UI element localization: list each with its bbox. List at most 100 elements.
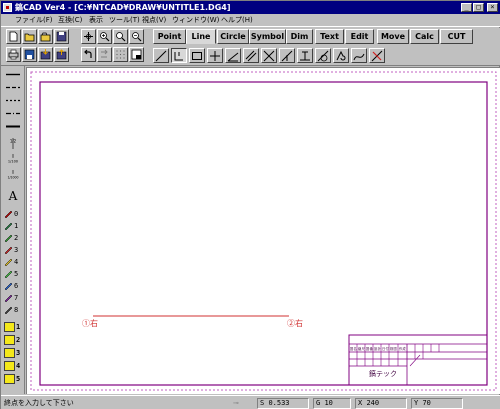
line-style-dotted-icon[interactable] xyxy=(4,94,22,106)
parallel-line-icon[interactable] xyxy=(243,48,259,63)
pen-1[interactable]: 1 xyxy=(4,220,22,231)
loop-line-icon[interactable] xyxy=(333,48,349,63)
line-style-dashed-icon[interactable] xyxy=(4,81,22,93)
layer-number: 3 xyxy=(16,349,21,357)
zoom-window-icon[interactable] xyxy=(113,29,128,44)
tab-symbol[interactable]: Symbol xyxy=(249,29,286,44)
maximize-button[interactable]: □ xyxy=(473,3,484,12)
scale-readout-value: 0.533 xyxy=(268,399,290,407)
line-style-bold-icon[interactable] xyxy=(4,120,22,132)
tab-circle[interactable]: Circle xyxy=(217,29,249,44)
zoom-out-icon[interactable] xyxy=(129,29,144,44)
menu-view[interactable]: 表示 xyxy=(89,15,103,26)
layer-icon xyxy=(4,374,15,384)
pen-0[interactable]: 0 xyxy=(4,208,22,219)
save-icon[interactable] xyxy=(54,29,69,44)
pen-7[interactable]: 7 xyxy=(4,292,22,303)
menu-file[interactable]: ファイル(F) xyxy=(15,15,53,26)
layer-number: 1 xyxy=(16,323,21,331)
tab-cut[interactable]: CUT xyxy=(440,29,473,44)
pen-icon xyxy=(4,270,13,278)
line-segment-icon[interactable] xyxy=(153,48,169,63)
cross-line-icon[interactable] xyxy=(207,48,223,63)
layer-5[interactable]: 5 xyxy=(4,373,22,385)
tab-edit[interactable]: Edit xyxy=(345,29,374,44)
orthogonal-line-icon[interactable] xyxy=(171,48,187,63)
layer-2[interactable]: 2 xyxy=(4,334,22,346)
window-title: 鎬CAD Ver4 - [C:¥NTCAD¥DRAW¥UNTITLE1.DG4] xyxy=(15,3,231,12)
scale-half-icon[interactable]: 1/2 xyxy=(4,136,22,150)
save-disk-icon[interactable] xyxy=(22,47,37,62)
import-icon[interactable] xyxy=(38,47,53,62)
tab-point[interactable]: Point xyxy=(153,29,186,44)
line-style-dashdot-icon[interactable] xyxy=(4,107,22,119)
scale-1000-icon[interactable]: 1/1000 xyxy=(4,168,22,182)
drawing-canvas[interactable]: ①右 ②右 図 名 縮 尺 図 番 設 計 日 付 検 図 作 成 鎬テック xyxy=(26,67,500,394)
title-cell-1: 名 xyxy=(354,346,357,351)
bisector-line-icon[interactable] xyxy=(261,48,277,63)
text-tool-button[interactable]: A xyxy=(4,188,22,204)
pen-number: 6 xyxy=(14,281,19,290)
pen-4[interactable]: 4 xyxy=(4,256,22,267)
line-style-solid-icon[interactable] xyxy=(4,68,22,80)
layer-number: 2 xyxy=(16,336,21,344)
scale-readout-label: S xyxy=(260,399,265,407)
grid-readout: G 10 xyxy=(313,398,351,409)
grid-icon[interactable] xyxy=(113,47,128,62)
title-cell-11: 図 xyxy=(394,347,397,351)
undo-icon[interactable] xyxy=(81,47,96,62)
rectangle-icon[interactable] xyxy=(189,48,205,63)
pen-2[interactable]: 2 xyxy=(4,232,22,243)
frame-icon[interactable] xyxy=(129,47,144,62)
menu-bar: ファイル(F) 互換(C) 表示 ツール(T) 視点(V) ウィンドウ(W) ヘ… xyxy=(1,14,500,27)
minimize-button[interactable]: _ xyxy=(461,3,472,12)
tangent-line-icon[interactable] xyxy=(279,48,295,63)
app-window: 鎬CAD Ver4 - [C:¥NTCAD¥DRAW¥UNTITLE1.DG4]… xyxy=(0,0,500,409)
arc-tangent-icon[interactable] xyxy=(315,48,331,63)
tab-move[interactable]: Move xyxy=(377,29,409,44)
menu-tools[interactable]: ツール(T) xyxy=(109,15,140,26)
tab-calc[interactable]: Calc xyxy=(410,29,439,44)
redo-icon[interactable] xyxy=(97,47,112,62)
menu-compat[interactable]: 互換(C) xyxy=(58,15,82,26)
layer-icon xyxy=(4,361,15,371)
pen-6[interactable]: 6 xyxy=(4,280,22,291)
snap-indicator-icon: ⊸ xyxy=(233,399,239,407)
break-line-icon[interactable] xyxy=(369,48,385,63)
x-coordinate: X 240 xyxy=(355,398,407,409)
menu-window[interactable]: ウィンドウ(W) xyxy=(172,15,219,26)
left-tool-panel: 1/2 1/100 1/1000 A 0 1 2 3 4 5 6 7 8 1 2… xyxy=(1,66,25,394)
curve-line-icon[interactable] xyxy=(351,48,367,63)
layer-icon xyxy=(4,335,15,345)
open-icon[interactable] xyxy=(22,29,37,44)
app-icon[interactable] xyxy=(3,3,12,12)
tab-dim[interactable]: Dim xyxy=(286,29,313,44)
perpendicular-line-icon[interactable] xyxy=(297,48,313,63)
pen-8[interactable]: 8 xyxy=(4,304,22,315)
zoom-in-icon[interactable] xyxy=(97,29,112,44)
close-button[interactable]: × xyxy=(487,3,498,12)
menu-help[interactable]: ヘルプ(H) xyxy=(221,15,253,26)
menu-viewpoint[interactable]: 視点(V) xyxy=(142,15,166,26)
export-icon[interactable] xyxy=(54,47,69,62)
pen-number: 0 xyxy=(14,209,19,218)
pen-icon xyxy=(4,294,13,302)
layer-3[interactable]: 3 xyxy=(4,347,22,359)
folder-icon[interactable] xyxy=(38,29,53,44)
print-icon[interactable] xyxy=(6,47,21,62)
title-bar[interactable]: 鎬CAD Ver4 - [C:¥NTCAD¥DRAW¥UNTITLE1.DG4]… xyxy=(1,1,500,14)
angle-line-icon[interactable] xyxy=(225,48,241,63)
pan-icon[interactable] xyxy=(81,29,96,44)
y-coordinate: Y 70 xyxy=(411,398,463,409)
tab-text[interactable]: Text xyxy=(315,29,344,44)
y-coordinate-value: 70 xyxy=(422,399,431,407)
layer-icon xyxy=(4,322,15,332)
new-icon[interactable] xyxy=(6,29,21,44)
scale-100-icon[interactable]: 1/100 xyxy=(4,152,22,166)
pen-5[interactable]: 5 xyxy=(4,268,22,279)
layer-4[interactable]: 4 xyxy=(4,360,22,372)
tab-line[interactable]: Line xyxy=(186,29,216,44)
pen-number: 7 xyxy=(14,293,19,302)
pen-3[interactable]: 3 xyxy=(4,244,22,255)
layer-1[interactable]: 1 xyxy=(4,321,22,333)
